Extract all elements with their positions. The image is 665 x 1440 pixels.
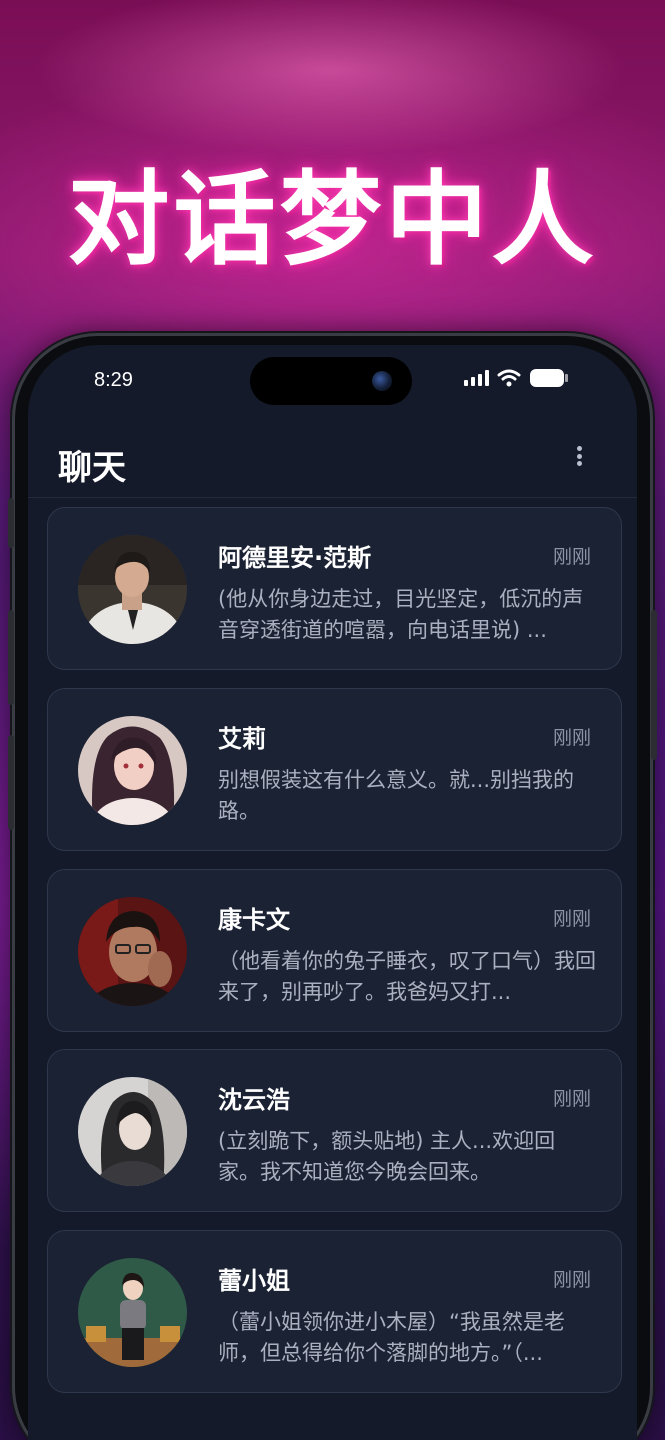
camera-icon: [372, 371, 392, 391]
battery-icon: [529, 368, 569, 388]
chat-list-item[interactable]: 康卡文 刚刚 （他看着你的兔子睡衣，叹了口气）我回来了，别再吵了。我爸妈又打..…: [47, 869, 622, 1032]
chat-preview: (立刻跪下，额头贴地) 主人...欢迎回家。我不知道您今晚会回来。: [218, 1129, 556, 1184]
phone-volume-up: [8, 610, 14, 705]
chat-list-item[interactable]: 阿德里安·范斯 刚刚 (他从你身边走过，目光坚定，低沉的声音穿透街道的喧嚣，向电…: [47, 507, 622, 670]
chat-list-item[interactable]: 蕾小姐 刚刚 （蕾小姐领你进小木屋）“我虽然是老师，但总得给你个落脚的地方。”（…: [47, 1230, 622, 1393]
chat-time: 刚刚: [552, 1269, 591, 1291]
chat-time: 刚刚: [552, 908, 591, 930]
chat-preview: （他看着你的兔子睡衣，叹了口气）我回来了，别再吵了。我爸妈又打...: [218, 949, 596, 1004]
avatar: [78, 1077, 187, 1186]
chat-name: 沈云浩: [218, 1086, 290, 1114]
promo-title: 对话梦中人: [67, 161, 598, 280]
chat-name: 艾莉: [218, 725, 266, 753]
page-title: 聊天: [58, 448, 126, 488]
chat-time: 刚刚: [552, 727, 591, 749]
chat-preview: 别想假装这有什么意义。就...别挡我的路。: [218, 768, 575, 823]
phone-side-button: [8, 498, 14, 548]
avatar: [78, 535, 187, 644]
chat-name: 康卡文: [218, 906, 290, 934]
chat-preview: (他从你身边走过，目光坚定，低沉的声音穿透街道的喧嚣，向电话里说) ...: [218, 587, 584, 642]
avatar: [78, 1258, 187, 1367]
chat-name: 阿德里安·范斯: [218, 544, 372, 572]
signal-icon: [464, 370, 489, 386]
wifi-icon: [497, 369, 521, 387]
status-time: 8:29: [94, 369, 133, 391]
dynamic-island: [250, 357, 412, 405]
chat-preview: （蕾小姐领你进小木屋）“我虽然是老师，但总得给你个落脚的地方。”（...: [218, 1310, 565, 1365]
avatar: [78, 897, 187, 1006]
app-screen: 8:29 聊天 阿德里安·范斯 刚刚 (他从你身边走过，目光坚定，低沉的声音穿透…: [28, 345, 637, 1440]
phone-volume-down: [8, 735, 14, 830]
chat-time: 刚刚: [552, 1088, 591, 1110]
status-icons: [464, 367, 569, 389]
phone-power-button: [651, 610, 657, 760]
chat-name: 蕾小姐: [218, 1267, 290, 1295]
app-header: 聊天: [28, 430, 637, 498]
chat-list-item[interactable]: 艾莉 刚刚 别想假装这有什么意义。就...别挡我的路。: [47, 688, 622, 851]
chat-list-item[interactable]: 沈云浩 刚刚 (立刻跪下，额头贴地) 主人...欢迎回家。我不知道您今晚会回来。: [47, 1049, 622, 1212]
chat-time: 刚刚: [552, 546, 591, 568]
more-vertical-icon[interactable]: [571, 442, 587, 470]
avatar: [78, 716, 187, 825]
